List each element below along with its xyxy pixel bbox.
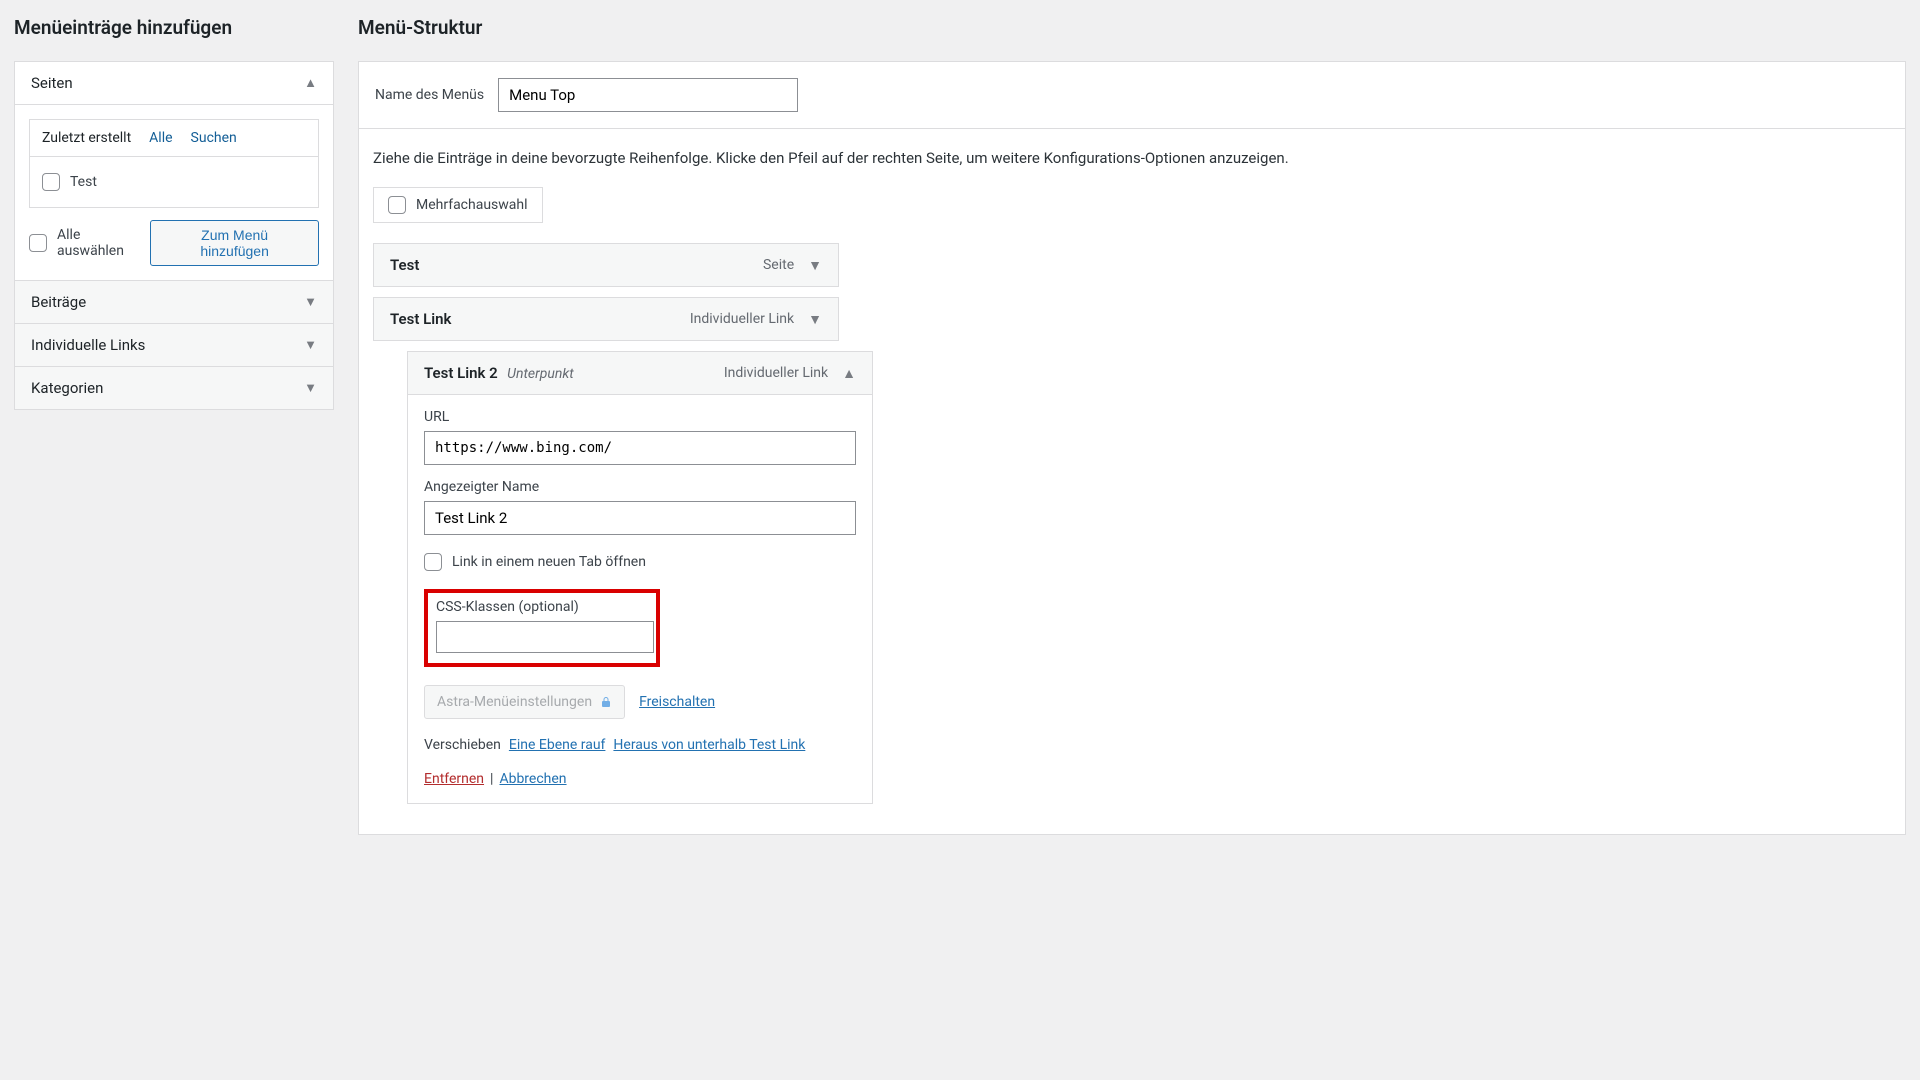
menu-item-type: Individueller Link <box>690 311 794 327</box>
lock-icon <box>600 696 612 708</box>
page-item-label: Test <box>70 174 97 190</box>
display-name-label: Angezeigter Name <box>424 479 856 495</box>
css-classes-label: CSS-Klassen (optional) <box>436 599 648 615</box>
add-to-menu-button[interactable]: Zum Menü hinzufügen <box>150 220 319 266</box>
display-name-input[interactable] <box>424 501 856 535</box>
menu-item-type: Seite <box>763 257 794 273</box>
caret-up-icon: ▲ <box>304 75 317 91</box>
menu-item-title: Test Link 2 <box>424 364 498 382</box>
menu-structure-heading: Menü-Struktur <box>358 16 1906 39</box>
accordion-customlinks-header[interactable]: Individuelle Links ▼ <box>15 323 333 366</box>
separator: | <box>490 771 493 787</box>
menu-item-subtext: Unterpunkt <box>507 366 574 382</box>
css-classes-input[interactable] <box>436 621 654 653</box>
newtab-checkbox[interactable] <box>424 553 442 571</box>
newtab-row[interactable]: Link in einem neuen Tab öffnen <box>424 549 856 575</box>
tab-search[interactable]: Suchen <box>191 130 237 146</box>
url-label: URL <box>424 409 856 425</box>
caret-down-icon: ▼ <box>304 337 317 353</box>
accordion-posts-label: Beiträge <box>31 293 86 311</box>
caret-up-icon[interactable]: ▲ <box>842 365 856 382</box>
menu-name-input[interactable] <box>498 78 798 112</box>
bulk-select-label: Mehrfachauswahl <box>416 197 528 213</box>
menu-item-bar[interactable]: Test Seite ▼ <box>373 243 839 287</box>
cancel-link[interactable]: Abbrechen <box>499 771 566 787</box>
bulk-select-checkbox[interactable] <box>388 196 406 214</box>
menu-item-type: Individueller Link <box>724 365 828 381</box>
move-up-link[interactable]: Eine Ebene rauf <box>509 737 606 753</box>
caret-down-icon[interactable]: ▼ <box>808 257 822 274</box>
instructions-text: Ziehe die Einträge in deine bevorzugte R… <box>359 143 1905 187</box>
caret-down-icon: ▼ <box>304 294 317 310</box>
unlock-link[interactable]: Freischalten <box>639 694 715 710</box>
move-label: Verschieben <box>424 737 501 753</box>
move-out-link[interactable]: Heraus von unterhalb Test Link <box>613 737 805 753</box>
accordion-categories-label: Kategorien <box>31 379 103 397</box>
astra-settings-label: Astra-Menüeinstellungen <box>437 694 592 710</box>
bulk-select-toggle[interactable]: Mehrfachauswahl <box>373 187 543 223</box>
newtab-label: Link in einem neuen Tab öffnen <box>452 554 646 570</box>
astra-settings-button: Astra-Menüeinstellungen <box>424 685 625 719</box>
url-input[interactable] <box>424 431 856 465</box>
menu-item-bar[interactable]: Test Link 2 Unterpunkt Individueller Lin… <box>407 351 873 395</box>
caret-down-icon[interactable]: ▼ <box>808 311 822 328</box>
accordion-pages-label: Seiten <box>31 74 73 92</box>
menu-name-label: Name des Menüs <box>375 87 484 103</box>
accordion-pages-header[interactable]: Seiten ▲ <box>15 62 333 104</box>
tab-recent[interactable]: Zuletzt erstellt <box>42 130 131 146</box>
css-classes-highlight: CSS-Klassen (optional) <box>424 589 660 667</box>
remove-link[interactable]: Entfernen <box>424 771 484 787</box>
menu-item-title: Test Link <box>390 310 451 328</box>
select-all-label: Alle auswählen <box>57 227 150 259</box>
menu-item-title: Test <box>390 256 419 274</box>
accordion-customlinks-label: Individuelle Links <box>31 336 145 354</box>
page-list-item[interactable]: Test <box>42 169 306 195</box>
accordion-posts-header[interactable]: Beiträge ▼ <box>15 280 333 323</box>
tab-all[interactable]: Alle <box>149 130 172 146</box>
add-items-heading: Menüeinträge hinzufügen <box>14 16 334 39</box>
checkbox-icon[interactable] <box>42 173 60 191</box>
menu-item-bar[interactable]: Test Link Individueller Link ▼ <box>373 297 839 341</box>
accordion-categories-header[interactable]: Kategorien ▼ <box>15 366 333 409</box>
select-all-checkbox[interactable] <box>29 234 47 252</box>
caret-down-icon: ▼ <box>304 380 317 396</box>
